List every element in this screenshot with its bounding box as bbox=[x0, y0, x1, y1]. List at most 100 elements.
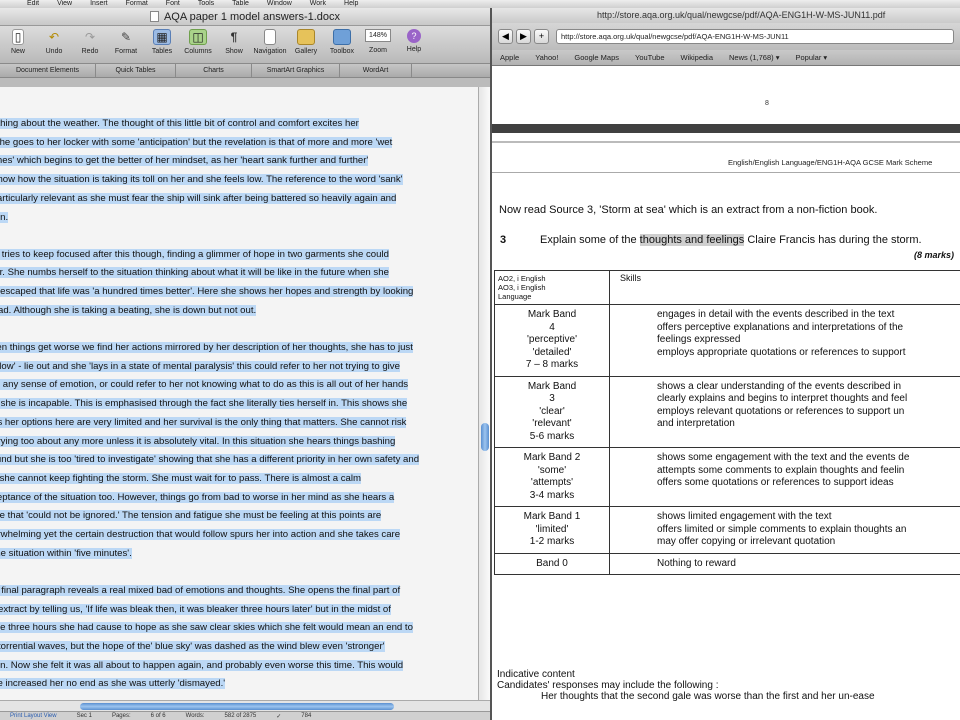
page-separator bbox=[492, 124, 960, 133]
browser-title-bar: http://store.aqa.org.uk/qual/newgcse/pdf… bbox=[492, 8, 960, 23]
source-intro: Now read Source 3, 'Storm at sea' which … bbox=[499, 204, 878, 216]
document-paragraph[interactable]: She tries to keep focused after this tho… bbox=[0, 246, 478, 321]
word-window: AQA paper 1 model answers-1.docx ▯ New ↶… bbox=[0, 8, 490, 720]
gallery-button[interactable]: Gallery bbox=[288, 29, 324, 55]
bookmark-youtube[interactable]: YouTube bbox=[627, 53, 672, 62]
bookmark-google-maps[interactable]: Google Maps bbox=[566, 53, 627, 62]
address-bar[interactable]: http://store.aqa.org.uk/qual/newgcse/pdf… bbox=[556, 29, 954, 44]
redo-button[interactable]: ↷ Redo bbox=[72, 29, 108, 55]
bookmark-apple[interactable]: Apple bbox=[492, 53, 527, 62]
gallery-icon bbox=[297, 29, 315, 45]
tab-charts[interactable]: Charts bbox=[176, 64, 252, 77]
undo-button[interactable]: ↶ Undo bbox=[36, 29, 72, 55]
mark-band-description: Nothing to reward bbox=[609, 552, 960, 575]
menu-item[interactable]: Tools bbox=[189, 0, 223, 8]
mark-band-description: shows some engagement with the text and … bbox=[609, 447, 960, 507]
show-button[interactable]: ¶ Show bbox=[216, 29, 252, 55]
words-value: 582 of 2875 bbox=[224, 713, 257, 719]
document-canvas[interactable]: anything about the weather. The thought … bbox=[0, 87, 478, 700]
document-line: The final paragraph reveals a real mixed… bbox=[0, 584, 401, 596]
document-line: She tries to keep focused after this tho… bbox=[0, 248, 389, 260]
document-line: overwhelming yet the certain destruction… bbox=[0, 529, 401, 541]
table-header-row: AO2, i English AO3, i English Language S… bbox=[494, 270, 960, 305]
menu-item[interactable]: Help bbox=[335, 0, 367, 8]
navigation-button[interactable]: Navigation bbox=[252, 29, 288, 55]
bookmark-news[interactable]: News (1,768) ▾ bbox=[721, 53, 787, 62]
add-bookmark-button[interactable]: + bbox=[534, 29, 549, 44]
document-line: have increased her no end as she was utt… bbox=[0, 678, 226, 690]
view-mode-label[interactable]: Print Layout View bbox=[0, 713, 67, 719]
menu-item[interactable]: View bbox=[48, 0, 81, 8]
document-paragraph[interactable]: The final paragraph reveals a real mixed… bbox=[0, 582, 478, 694]
tab-quick-tables[interactable]: Quick Tables bbox=[96, 64, 176, 77]
format-brush-icon: ✎ bbox=[120, 30, 132, 44]
tab-wordart[interactable]: WordArt bbox=[340, 64, 412, 77]
indicative-content: Indicative content Candidates' responses… bbox=[497, 669, 875, 702]
document-line: clothes' which begins to get the better … bbox=[0, 155, 369, 167]
document-page[interactable]: anything about the weather. The thought … bbox=[0, 87, 478, 700]
document-line: life, she cannot keep fighting the storm… bbox=[0, 472, 361, 484]
document-paragraph[interactable]: anything about the weather. The thought … bbox=[0, 115, 478, 227]
document-line: is particularly relevant as she must fea… bbox=[0, 192, 397, 204]
header-rule bbox=[492, 172, 960, 173]
redo-icon: ↷ bbox=[84, 30, 96, 44]
help-icon: ? bbox=[407, 29, 421, 43]
new-button[interactable]: ▯ New bbox=[0, 29, 36, 55]
document-line: so she goes to her locker with some 'ant… bbox=[0, 136, 393, 148]
section-label: Sec 1 bbox=[76, 713, 92, 719]
word-status-bar: Print Layout View Sec 1 Pages: 6 of 6 Wo… bbox=[0, 711, 490, 720]
document-paragraph[interactable]: When things get worse we find her action… bbox=[0, 339, 478, 563]
menu-item[interactable]: Font bbox=[157, 0, 189, 8]
document-line: noise that 'could not be ignored.' The t… bbox=[0, 510, 382, 522]
menu-item[interactable]: Edit bbox=[18, 0, 48, 8]
navigation-icon bbox=[264, 29, 276, 45]
forward-button[interactable]: ▶ bbox=[516, 29, 531, 44]
word-toolbar: ▯ New ↶ Undo ↷ Redo ✎ Format ▦ Tables ◫ … bbox=[0, 26, 490, 64]
tab-smartart[interactable]: SmartArt Graphics bbox=[252, 64, 340, 77]
bookmark-wikipedia[interactable]: Wikipedia bbox=[673, 53, 722, 62]
menu-item[interactable]: Work bbox=[301, 0, 335, 8]
new-doc-icon: ▯ bbox=[12, 29, 24, 45]
words-label: Words: bbox=[185, 713, 205, 719]
format-button[interactable]: ✎ Format bbox=[108, 29, 144, 55]
vertical-scroll-thumb[interactable] bbox=[481, 423, 489, 451]
bookmark-yahoo[interactable]: Yahoo! bbox=[527, 53, 566, 62]
mark-band-label: Mark Band 4'perceptive''detailed' 7 – 8 ma… bbox=[494, 304, 610, 377]
help-button[interactable]: ? Help bbox=[396, 29, 432, 53]
bookmark-popular[interactable]: Popular ▾ bbox=[787, 53, 835, 62]
tables-button[interactable]: ▦ Tables bbox=[144, 29, 180, 55]
tab-document-elements[interactable]: Document Elements bbox=[0, 64, 96, 77]
horizontal-scroll-thumb[interactable] bbox=[80, 703, 394, 710]
mark-scheme-table: AO2, i English AO3, i English Language S… bbox=[494, 270, 960, 575]
mark-band-row: Mark Band 2'some''attempts' 3-4 marks show… bbox=[494, 447, 960, 507]
back-button[interactable]: ◀ bbox=[498, 29, 513, 44]
mark-band-row: Band 0 Nothing to reward bbox=[494, 552, 960, 575]
menu-item[interactable]: Window bbox=[258, 0, 301, 8]
document-line: again. bbox=[0, 211, 9, 223]
menu-item[interactable]: Format bbox=[117, 0, 157, 8]
question-marks: (8 marks) bbox=[913, 250, 954, 260]
zoom-field[interactable]: 148% bbox=[365, 29, 391, 42]
document-line: When things get worse we find her action… bbox=[0, 342, 413, 354]
toolbox-button[interactable]: Toolbox bbox=[324, 29, 360, 55]
bookmarks-bar: Apple Yahoo! Google Maps YouTube Wikiped… bbox=[492, 50, 960, 66]
pdf-viewer[interactable]: 8 English/English Language/ENG1H-AQA GCS… bbox=[492, 66, 960, 720]
mark-band-description: shows limited engagement with the text of… bbox=[609, 506, 960, 554]
vertical-scrollbar[interactable] bbox=[478, 87, 490, 700]
zoom-control[interactable]: 148% Zoom bbox=[360, 29, 396, 54]
spellcheck-icon[interactable]: ✓ bbox=[266, 713, 291, 720]
menu-item[interactable]: Table bbox=[223, 0, 258, 8]
horizontal-scrollbar[interactable] bbox=[0, 700, 490, 711]
mark-band-row: Mark Band 4'perceptive''detailed' 7 – 8 ma… bbox=[494, 304, 960, 377]
document-line: of the situation within 'five minutes'. bbox=[0, 547, 132, 559]
menu-item[interactable]: Insert bbox=[81, 0, 117, 8]
document-icon bbox=[149, 11, 159, 22]
document-line: has escaped that life was 'a hundred tim… bbox=[0, 286, 414, 298]
mark-band-label: Mark Band 3'clear''relevant' 5-6 marks bbox=[494, 375, 610, 448]
pdf-page-number: 8 bbox=[765, 100, 769, 107]
document-line: the extract by telling us, 'If life was … bbox=[0, 603, 391, 615]
table-icon: ▦ bbox=[153, 29, 171, 45]
columns-button[interactable]: ◫ Columns bbox=[180, 29, 216, 55]
undo-icon: ↶ bbox=[48, 30, 60, 44]
mark-band-label: Band 0 bbox=[494, 552, 610, 575]
